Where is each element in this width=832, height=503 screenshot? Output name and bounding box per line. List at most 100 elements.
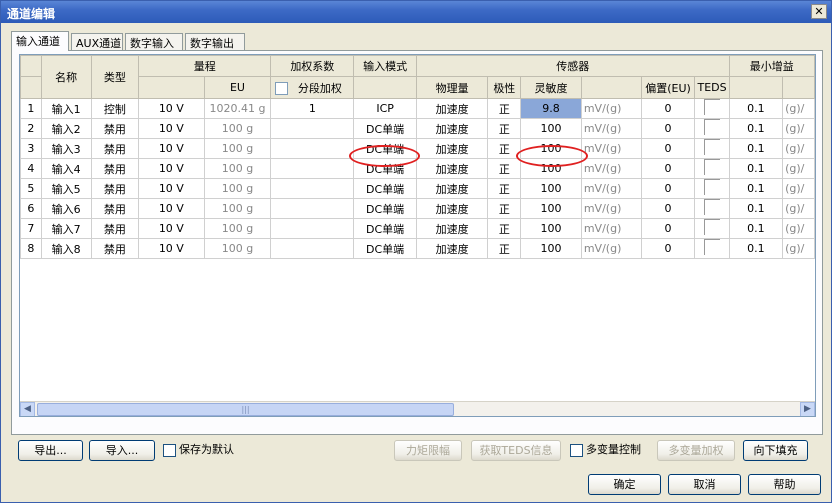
multi-var-control-box[interactable]: [570, 443, 583, 457]
ok-button[interactable]: 确定: [588, 474, 661, 495]
polarity-cell[interactable]: 正: [487, 98, 522, 119]
weight-cell[interactable]: [270, 198, 355, 219]
offset-cell[interactable]: 0: [640, 138, 696, 159]
type-cell[interactable]: 禁用: [90, 178, 140, 199]
help-button[interactable]: 帮助: [748, 474, 821, 495]
type-cell[interactable]: 控制: [90, 98, 140, 119]
input-mode-cell[interactable]: DC单端: [353, 178, 417, 199]
import-button[interactable]: 导入...: [89, 440, 155, 461]
min-gain-cell[interactable]: 0.1: [728, 198, 784, 219]
input-mode-cell[interactable]: DC单端: [353, 118, 417, 139]
type-cell[interactable]: 禁用: [90, 158, 140, 179]
weight-cell[interactable]: [270, 238, 355, 259]
physical-cell[interactable]: 加速度: [415, 238, 489, 259]
tab-aux-channels[interactable]: AUX通道: [71, 33, 123, 50]
min-gain-cell[interactable]: 0.1: [728, 178, 784, 199]
name-cell[interactable]: 输入5: [40, 178, 92, 199]
name-cell[interactable]: 输入2: [40, 118, 92, 139]
physical-cell[interactable]: 加速度: [415, 178, 489, 199]
name-cell[interactable]: 输入3: [40, 138, 92, 159]
name-cell[interactable]: 输入4: [40, 158, 92, 179]
save-default-box[interactable]: [163, 443, 176, 457]
name-cell[interactable]: 输入8: [40, 238, 92, 259]
physical-cell[interactable]: 加速度: [415, 98, 489, 119]
eu-cell[interactable]: 100 g: [203, 138, 272, 159]
teds-cell[interactable]: [694, 118, 730, 139]
gain-unit-cell[interactable]: (g)/: [782, 198, 815, 219]
polarity-cell[interactable]: 正: [487, 218, 522, 239]
teds-checkbox[interactable]: [704, 139, 721, 155]
unit-cell[interactable]: mV/(g): [580, 118, 642, 139]
unit-cell[interactable]: mV/(g): [580, 218, 642, 239]
torque-limit-button[interactable]: 力矩限幅: [394, 440, 462, 461]
gain-unit-cell[interactable]: (g)/: [782, 238, 815, 259]
sensitivity-cell[interactable]: 100: [520, 178, 582, 199]
unit-cell[interactable]: mV/(g): [580, 198, 642, 219]
gain-unit-cell[interactable]: (g)/: [782, 218, 815, 239]
physical-cell[interactable]: 加速度: [415, 218, 489, 239]
range-cell[interactable]: 10 V: [138, 118, 205, 139]
name-cell[interactable]: 输入7: [40, 218, 92, 239]
teds-checkbox[interactable]: [704, 219, 721, 235]
weight-cell[interactable]: [270, 178, 355, 199]
sensitivity-cell[interactable]: 100: [520, 238, 582, 259]
range-cell[interactable]: 10 V: [138, 138, 205, 159]
table-row[interactable]: 5 输入5 禁用 10 V 100 g DC单端 加速度正 100 mV/(g) 0 0.1 (g)/: [20, 178, 815, 199]
sensitivity-cell[interactable]: 100: [520, 118, 582, 139]
unit-cell[interactable]: mV/(g): [580, 178, 642, 199]
range-cell[interactable]: 10 V: [138, 98, 205, 119]
close-icon[interactable]: ✕: [811, 4, 827, 19]
offset-cell[interactable]: 0: [640, 178, 696, 199]
multi-var-control-checkbox[interactable]: 多变量控制: [570, 442, 641, 458]
weight-cell[interactable]: [270, 218, 355, 239]
offset-cell[interactable]: 0: [640, 118, 696, 139]
scroll-right-icon[interactable]: ▶: [800, 402, 815, 416]
name-cell[interactable]: 输入1: [40, 98, 92, 119]
offset-cell[interactable]: 0: [640, 158, 696, 179]
type-cell[interactable]: 禁用: [90, 218, 140, 239]
teds-checkbox[interactable]: [704, 99, 721, 115]
scroll-left-icon[interactable]: ◀: [20, 402, 35, 416]
eu-cell[interactable]: 100 g: [203, 198, 272, 219]
input-mode-cell[interactable]: ICP: [353, 98, 417, 119]
table-row[interactable]: 2 输入2 禁用 10 V 100 g DC单端 加速度正 100 mV/(g) 0 0.1 (g)/: [20, 118, 815, 139]
min-gain-cell[interactable]: 0.1: [728, 238, 784, 259]
offset-cell[interactable]: 0: [640, 198, 696, 219]
horizontal-scrollbar[interactable]: ◀ ||| ▶: [20, 401, 815, 416]
range-cell[interactable]: 10 V: [138, 218, 205, 239]
multi-var-weight-button[interactable]: 多变量加权: [657, 440, 735, 461]
eu-cell[interactable]: 100 g: [203, 178, 272, 199]
gain-unit-cell[interactable]: (g)/: [782, 98, 815, 119]
input-mode-cell[interactable]: DC单端: [353, 218, 417, 239]
save-default-checkbox[interactable]: 保存为默认: [163, 442, 234, 458]
physical-cell[interactable]: 加速度: [415, 158, 489, 179]
weight-cell[interactable]: [270, 118, 355, 139]
unit-cell[interactable]: mV/(g): [580, 138, 642, 159]
eu-cell[interactable]: 100 g: [203, 218, 272, 239]
range-cell[interactable]: 10 V: [138, 158, 205, 179]
gain-unit-cell[interactable]: (g)/: [782, 118, 815, 139]
type-cell[interactable]: 禁用: [90, 138, 140, 159]
tab-input-channels[interactable]: 输入通道: [11, 31, 69, 51]
weight-cell[interactable]: [270, 158, 355, 179]
teds-checkbox[interactable]: [704, 179, 721, 195]
offset-cell[interactable]: 0: [640, 238, 696, 259]
range-cell[interactable]: 10 V: [138, 178, 205, 199]
table-row[interactable]: 8 输入8 禁用 10 V 100 g DC单端 加速度正 100 mV/(g) 0 0.1 (g)/: [20, 238, 815, 259]
name-cell[interactable]: 输入6: [40, 198, 92, 219]
teds-cell[interactable]: [694, 218, 730, 239]
tab-digital-input[interactable]: 数字输入: [125, 33, 183, 50]
teds-cell[interactable]: [694, 198, 730, 219]
polarity-cell[interactable]: 正: [487, 198, 522, 219]
min-gain-cell[interactable]: 0.1: [728, 158, 784, 179]
type-cell[interactable]: 禁用: [90, 238, 140, 259]
teds-cell[interactable]: [694, 138, 730, 159]
polarity-cell[interactable]: 正: [487, 118, 522, 139]
polarity-cell[interactable]: 正: [487, 178, 522, 199]
sensitivity-cell[interactable]: 100: [520, 218, 582, 239]
unit-cell[interactable]: mV/(g): [580, 158, 642, 179]
teds-cell[interactable]: [694, 158, 730, 179]
get-teds-button[interactable]: 获取TEDS信息: [471, 440, 561, 461]
min-gain-cell[interactable]: 0.1: [728, 98, 784, 119]
unit-cell[interactable]: mV/(g): [580, 238, 642, 259]
